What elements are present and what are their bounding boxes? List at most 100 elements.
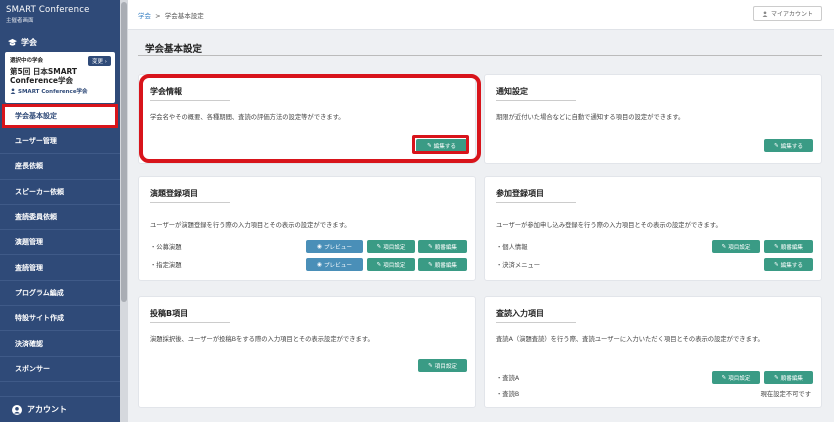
button-label: 項目設定 bbox=[728, 375, 751, 382]
sidebar-scrollbar[interactable] bbox=[120, 0, 128, 422]
conference-name: 第5回 日本SMART Conference学会 bbox=[10, 67, 78, 85]
edit-icon: ✎ bbox=[426, 142, 432, 149]
row-label-personal-info: ・個人情報 bbox=[496, 244, 528, 251]
edit-notification-button[interactable]: ✎ 編集する bbox=[764, 139, 813, 152]
edit-conference-info-button[interactable]: ✎ 編集する bbox=[416, 139, 467, 152]
sidebar-item-abstract-management[interactable]: 演題管理 bbox=[0, 230, 120, 256]
breadcrumb-current: 学会基本設定 bbox=[164, 12, 204, 20]
edit-icon: ✎ bbox=[773, 142, 779, 149]
my-account-label: マイアカウント bbox=[770, 11, 813, 18]
sidebar-nav: 学会基本設定 ユーザー管理 座長依頼 スピーカー依頼 査読委員依頼 演題管理 査… bbox=[0, 104, 120, 382]
button-label: 順番編集 bbox=[434, 244, 458, 251]
eye-icon: ◉ bbox=[317, 261, 322, 268]
card-participation-fields: 参加登録項目 ユーザーが参加申し込み登録を行う際の入力項目とその表示の設定ができ… bbox=[484, 176, 822, 281]
order-edit-button[interactable]: ✎ 順番編集 bbox=[764, 371, 813, 384]
page-title: 学会基本設定 bbox=[145, 44, 203, 55]
card-title: 演題登録項目 bbox=[150, 189, 198, 198]
row-label-review-a: ・査読A bbox=[496, 375, 520, 382]
field-settings-button[interactable]: ✎ 項目設定 bbox=[418, 359, 467, 372]
row-label-payment-menu: ・決済メニュー bbox=[496, 262, 541, 269]
edit-icon: ✎ bbox=[773, 243, 779, 250]
sidebar-item-reviewer-request[interactable]: 査読委員依頼 bbox=[0, 204, 120, 231]
order-edit-button[interactable]: ✎ 順番編集 bbox=[764, 240, 813, 253]
preview-button[interactable]: ◉ プレビュー bbox=[306, 258, 363, 271]
button-label: プレビュー bbox=[323, 244, 352, 251]
row-label-public-abstract: ・公募演題 bbox=[150, 244, 182, 251]
button-label: 項目設定 bbox=[383, 244, 406, 251]
row-label-review-b: ・査読B bbox=[496, 391, 520, 398]
sidebar-account[interactable]: アカウント bbox=[0, 396, 120, 422]
card-description: ユーザーが参加申し込み登録を行う際の入力項目とその表示の設定ができます。 bbox=[496, 222, 722, 229]
card-description: ユーザーが演題登録を行う際の入力項目とその表示の設定ができます。 bbox=[150, 222, 351, 229]
sidebar-item-special-site[interactable]: 特設サイト作成 bbox=[0, 306, 120, 332]
edit-icon: ✎ bbox=[773, 261, 779, 268]
brand-title: SMART Conference bbox=[6, 5, 90, 15]
sidebar-item-payment[interactable]: 決済確認 bbox=[0, 331, 120, 357]
field-settings-button[interactable]: ✎ 項目設定 bbox=[367, 240, 415, 253]
card-description: 期限が近付いた場合などに自動で通知する項目の設定ができます。 bbox=[496, 114, 685, 121]
brand-subtitle: 主催者画面 bbox=[6, 18, 34, 24]
change-label: 変更 bbox=[92, 59, 104, 65]
eye-icon: ◉ bbox=[317, 243, 322, 250]
button-label: 編集する bbox=[780, 262, 804, 269]
edit-icon: ✎ bbox=[721, 374, 727, 381]
sidebar-item-chair-request[interactable]: 座長依頼 bbox=[0, 154, 120, 180]
brand[interactable]: SMART Conference 主催者画面 bbox=[0, 0, 120, 30]
sidebar-item-sponsor[interactable]: スポンサー bbox=[0, 356, 120, 382]
edit-icon: ✎ bbox=[721, 243, 727, 250]
edit-icon: ✎ bbox=[376, 243, 382, 250]
card-divider bbox=[496, 100, 576, 101]
card-title: 査読入力項目 bbox=[496, 309, 544, 318]
button-label: 編集する bbox=[433, 143, 457, 150]
button-label: 順番編集 bbox=[780, 375, 804, 382]
row-label-designated-abstract: ・指定演題 bbox=[150, 262, 182, 269]
edit-icon: ✎ bbox=[773, 374, 779, 381]
card-submission-b-fields: 投稿B項目 演題採択後、ユーザーが投稿Bをする際の入力項目とその表示設定ができま… bbox=[138, 296, 476, 408]
card-abstract-fields: 演題登録項目 ユーザーが演題登録を行う際の入力項目とその表示の設定ができます。 … bbox=[138, 176, 476, 281]
breadcrumb-separator: > bbox=[155, 12, 161, 20]
button-label: 編集する bbox=[780, 143, 804, 150]
sidebar: SMART Conference 主催者画面 学会 選択中の学会 変更 › 第5… bbox=[0, 0, 120, 422]
card-title: 投稿B項目 bbox=[150, 309, 189, 318]
card-divider bbox=[496, 202, 576, 203]
sidebar-item-speaker-request[interactable]: スピーカー依頼 bbox=[0, 179, 120, 205]
field-settings-button[interactable]: ✎ 項目設定 bbox=[712, 371, 760, 384]
card-divider bbox=[150, 202, 230, 203]
field-settings-button[interactable]: ✎ 項目設定 bbox=[367, 258, 415, 271]
order-edit-button[interactable]: ✎ 順番編集 bbox=[418, 258, 467, 271]
button-label: 項目設定 bbox=[383, 262, 406, 269]
card-description: 学会名やその概要、各種期間、査読の評価方法の設定等ができます。 bbox=[150, 114, 345, 121]
edit-icon: ✎ bbox=[427, 362, 433, 369]
title-divider bbox=[138, 55, 822, 56]
edit-payment-menu-button[interactable]: ✎ 編集する bbox=[764, 258, 813, 271]
sidebar-item-user-management[interactable]: ユーザー管理 bbox=[0, 129, 120, 155]
section-header: 学会 bbox=[0, 30, 120, 52]
button-label: 項目設定 bbox=[434, 363, 458, 370]
edit-icon: ✎ bbox=[427, 243, 433, 250]
card-description: 査読A（演題査読）を行う際、査読ユーザーに入力いただく項目とその表示の設定ができ… bbox=[496, 336, 764, 343]
section-label: 学会 bbox=[21, 38, 37, 47]
button-label: 順番編集 bbox=[780, 244, 804, 251]
field-settings-button[interactable]: ✎ 項目設定 bbox=[712, 240, 760, 253]
card-conference-info: 学会情報 学会名やその概要、各種期間、査読の評価方法の設定等ができます。 ✎ 編集… bbox=[138, 74, 476, 164]
sidebar-item-basic-settings[interactable]: 学会基本設定 bbox=[2, 104, 118, 128]
sidebar-item-program[interactable]: プログラム編成 bbox=[0, 280, 120, 307]
scrollbar-thumb[interactable] bbox=[121, 2, 127, 302]
change-conference-button[interactable]: 変更 › bbox=[88, 56, 111, 66]
card-notification-settings: 通知設定 期限が近付いた場合などに自動で通知する項目の設定ができます。 ✎ 編集す… bbox=[484, 74, 822, 164]
button-label: プレビュー bbox=[323, 262, 352, 269]
preview-button[interactable]: ◉ プレビュー bbox=[306, 240, 363, 253]
topbar: 学会 > 学会基本設定 マイアカウント bbox=[128, 0, 834, 30]
my-account-button[interactable]: マイアカウント bbox=[752, 6, 822, 21]
order-edit-button[interactable]: ✎ 順番編集 bbox=[418, 240, 467, 253]
not-configurable-note: 現在設定不可です bbox=[760, 391, 811, 398]
chevron-right-icon: › bbox=[104, 59, 107, 65]
breadcrumb-root[interactable]: 学会 bbox=[138, 12, 151, 20]
card-title: 学会情報 bbox=[150, 87, 182, 96]
user-icon bbox=[762, 10, 768, 17]
breadcrumb: 学会 > 学会基本設定 bbox=[138, 10, 204, 20]
card-title: 参加登録項目 bbox=[496, 189, 544, 198]
edit-icon: ✎ bbox=[427, 261, 433, 268]
selected-conference-card: 選択中の学会 変更 › 第5回 日本SMART Conference学会 SMA… bbox=[5, 52, 115, 103]
sidebar-item-review-management[interactable]: 査読管理 bbox=[0, 255, 120, 281]
